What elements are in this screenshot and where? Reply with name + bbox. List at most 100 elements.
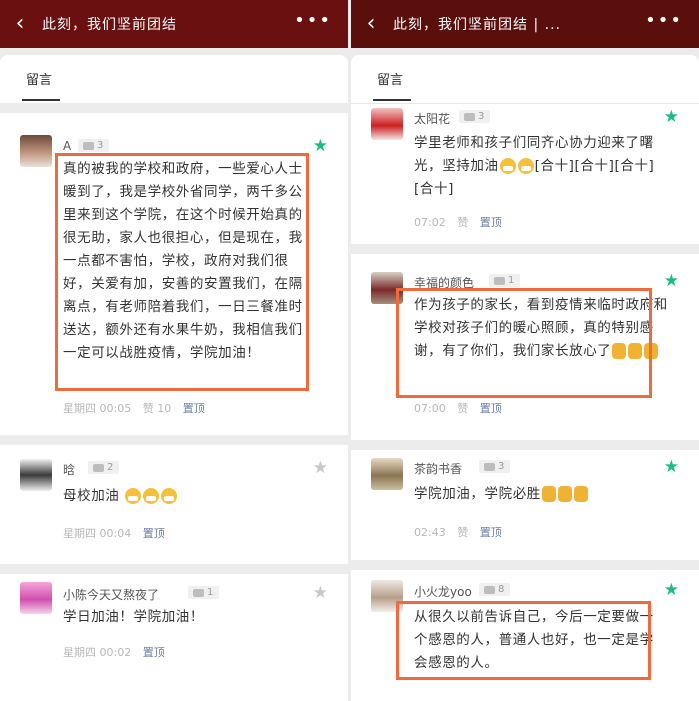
comment-time: 07:02	[414, 216, 446, 229]
more-dots-icon[interactable]: •••	[645, 10, 683, 31]
comments-tab-row: 留言	[351, 55, 699, 104]
comment-item: 幸福的颜色 1 ★ 作为孩子的家长，看到疫情来临时政府和学校对孩子们的暖心照顾，…	[351, 254, 699, 440]
comment-item: 小火龙yoo 8 ★ 从很久以前告诉自己，今后一定要做一个感恩的人，普通人也好，…	[351, 570, 699, 701]
comment-time: 00:05	[99, 402, 132, 415]
comment-bubble-icon	[93, 463, 104, 472]
tab-comments[interactable]: 留言	[26, 69, 52, 88]
commenter-name: 小火龙yoo	[414, 585, 472, 599]
pin-button[interactable]: 置顶	[480, 526, 502, 539]
pin-button[interactable]: 置顶	[480, 402, 502, 415]
star-icon[interactable]: ★	[664, 457, 679, 477]
star-icon[interactable]: ★	[664, 271, 679, 291]
comment-day: 星期四	[63, 402, 96, 415]
mask-face-emoji-icon	[517, 158, 534, 174]
commenter-name: 太阳花	[414, 112, 451, 126]
star-icon[interactable]: ★	[313, 136, 328, 156]
thumbs-up-emoji-icon	[557, 486, 572, 502]
page-title: 此刻，我们坚前团结 | ...	[393, 17, 561, 33]
comment-bubble-icon	[484, 462, 495, 471]
comment-meta: 02:43 赞 置顶	[414, 524, 502, 540]
commenter-name: 茶韵书香	[414, 462, 463, 476]
tab-comments[interactable]: 留言	[377, 69, 403, 88]
avatar[interactable]	[20, 459, 52, 491]
comment-text: 学院加油，学院必胜	[414, 483, 665, 506]
avatar[interactable]	[20, 582, 52, 614]
reply-count: 1	[508, 275, 515, 286]
avatar[interactable]	[371, 108, 403, 140]
highlight-box	[55, 153, 309, 391]
comment-meta: 07:02 赞 置顶	[414, 214, 502, 230]
divider	[351, 244, 699, 254]
tab-underline	[373, 99, 411, 101]
reply-count-badge: 3	[78, 139, 110, 152]
top-bar: ‹ 此刻，我们坚前团结 •••	[0, 0, 348, 48]
mask-face-emoji-icon	[161, 488, 178, 504]
comment-bubble-icon	[193, 588, 204, 597]
right-screen: ‹ 此刻，我们坚前团结 | ... ••• 留言 太阳花 3 ★ 学里老师和孩子…	[351, 0, 699, 701]
comment-meta: 07:00 赞 置顶	[414, 400, 502, 416]
comments-tab-row: 留言	[0, 55, 348, 104]
comment-bubble-icon	[484, 585, 495, 594]
comment-item: 茶韵书香 3 ★ 学院加油，学院必胜 02:43 赞 置顶	[351, 450, 699, 560]
like-count[interactable]: 赞 10	[143, 402, 172, 415]
star-icon[interactable]: ★	[664, 107, 679, 127]
pin-button[interactable]: 置顶	[143, 646, 165, 659]
more-dots-icon[interactable]: •••	[294, 10, 332, 31]
page-title: 此刻，我们坚前团结	[42, 17, 177, 33]
comment-item: 小陈今天又熬夜了 1 ★ 学日加油！学院加油！ 星期四 00:02 置顶	[0, 574, 348, 701]
comment-bubble-icon	[464, 112, 475, 121]
reply-count-badge: 3	[479, 460, 511, 473]
thumbs-up-emoji-icon	[541, 486, 556, 502]
comment-meta: 星期四 00:05 赞 10 置顶	[63, 400, 205, 416]
divider	[351, 440, 699, 450]
comment-item: 太阳花 3 ★ 学里老师和孩子们同齐心协力迎来了曙光，坚持加油 [合十][合十][…	[351, 104, 699, 244]
divider	[0, 564, 348, 574]
reply-count-badge: 8	[479, 583, 511, 596]
left-screen: ‹ 此刻，我们坚前团结 ••• 留言 A 3 ★ 真的被我的学校和政府，一些爱心…	[0, 0, 348, 701]
comment-day: 星期四	[63, 527, 96, 540]
avatar[interactable]	[371, 458, 403, 490]
comment-text: 学里老师和孩子们同齐心协力迎来了曙光，坚持加油 [合十][合十][合十][合十]	[414, 132, 665, 201]
mask-face-emoji-icon	[499, 158, 516, 174]
star-icon[interactable]: ★	[313, 458, 328, 478]
thumbs-up-emoji-icon	[573, 486, 588, 502]
pin-button[interactable]: 置顶	[480, 216, 502, 229]
pin-button[interactable]: 置顶	[183, 402, 205, 415]
comment-time: 00:04	[99, 527, 132, 540]
like-count[interactable]: 赞	[457, 526, 468, 539]
top-bar: ‹ 此刻，我们坚前团结 | ... •••	[351, 0, 699, 48]
star-icon[interactable]: ★	[313, 583, 328, 603]
reply-count: 3	[478, 111, 485, 122]
reply-count: 1	[207, 587, 214, 598]
tab-underline	[22, 99, 60, 101]
commenter-name: 小陈今天又熬夜了	[63, 588, 160, 602]
reply-count-badge: 1	[188, 586, 220, 599]
like-count[interactable]: 赞	[457, 402, 468, 415]
comment-time: 00:02	[99, 646, 132, 659]
comment-meta: 星期四 00:04 置顶	[63, 525, 165, 541]
like-count[interactable]: 赞	[457, 216, 468, 229]
reply-count: 3	[97, 140, 104, 151]
comment-time: 07:00	[414, 402, 446, 415]
chevron-left-icon[interactable]: ‹	[10, 10, 30, 36]
reply-count-badge: 2	[88, 461, 120, 474]
comment-day: 星期四	[63, 646, 96, 659]
reply-count-badge: 1	[489, 274, 521, 287]
mask-face-emoji-icon	[143, 488, 160, 504]
chevron-left-icon[interactable]: ‹	[361, 10, 381, 36]
highlight-box	[396, 601, 651, 680]
reply-count: 3	[498, 461, 505, 472]
mask-face-emoji-icon	[125, 488, 142, 504]
star-icon[interactable]: ★	[664, 580, 679, 600]
comment-text-body: 学院加油，学院必胜	[414, 486, 541, 502]
commenter-name: 晗	[63, 463, 76, 477]
reply-count-badge: 3	[459, 110, 491, 123]
comment-meta: 星期四 00:02 置顶	[63, 644, 165, 660]
divider	[0, 103, 348, 113]
reply-count: 2	[107, 462, 114, 473]
comment-text-body: 母校加油	[63, 488, 120, 504]
divider	[0, 435, 348, 445]
avatar[interactable]	[20, 135, 52, 167]
comment-text: 学日加油！学院加油！	[63, 609, 204, 625]
pin-button[interactable]: 置顶	[143, 527, 165, 540]
